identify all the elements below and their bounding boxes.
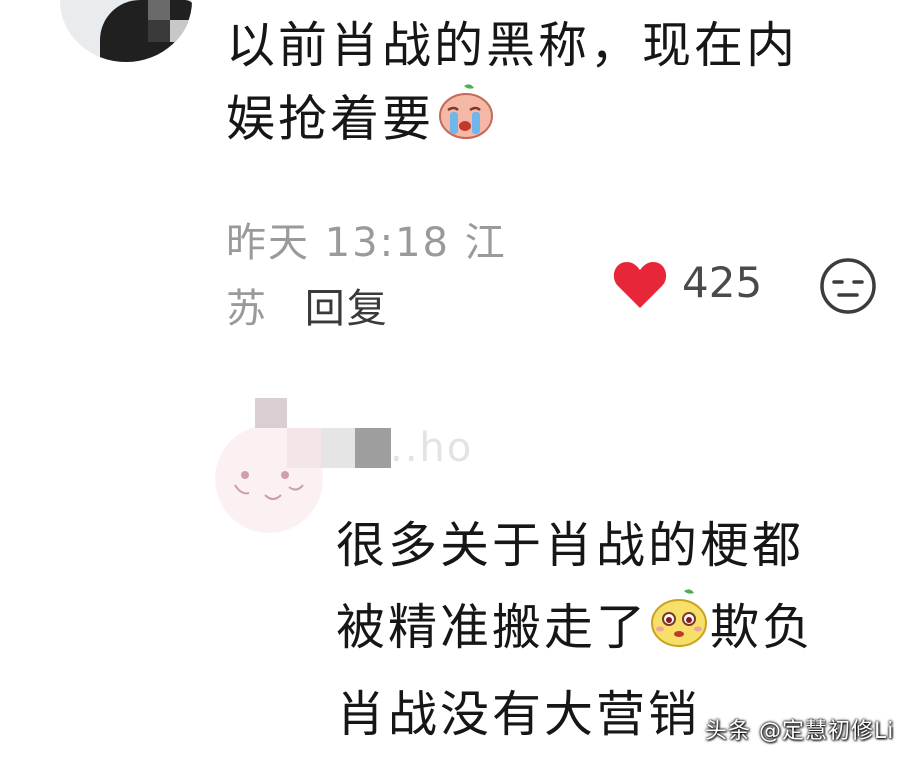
watermark: 头条 @定慧初修Li bbox=[705, 719, 895, 744]
avatar-mosaic bbox=[170, 20, 192, 42]
location-tail: 苏 bbox=[226, 286, 268, 332]
comment-line-text: 被精准搬走了 bbox=[336, 599, 649, 656]
crying-peach-icon bbox=[434, 82, 498, 162]
username-mosaic bbox=[321, 428, 355, 468]
dislike-button[interactable] bbox=[818, 256, 878, 320]
comment-line: 以前肖战的黑称，现在内 bbox=[226, 17, 799, 74]
like-count: 425 bbox=[682, 258, 763, 307]
heart-icon bbox=[613, 262, 667, 308]
username-fragment: ..ho bbox=[390, 425, 474, 471]
comment-line-text: 欺负 bbox=[710, 599, 815, 656]
smug-peach-icon bbox=[648, 587, 710, 674]
comment-line-text: 娱抢着要 bbox=[226, 90, 435, 148]
like-button[interactable] bbox=[612, 258, 668, 314]
reply-button[interactable]: 回复 bbox=[305, 286, 389, 332]
comment-line: 很多关于肖战的梗都 bbox=[336, 517, 805, 574]
comment-meta: 昨天 13:18 江 苏 回复 bbox=[226, 215, 507, 337]
avatar-mosaic bbox=[148, 0, 170, 20]
comment-text: 以前肖战的黑称，现在内 娱抢着要 bbox=[226, 10, 798, 162]
neutral-face-icon bbox=[820, 258, 876, 314]
username-mosaic bbox=[287, 428, 321, 468]
comment-meta-line: 苏 回复 bbox=[226, 281, 507, 337]
comment-line: 娱抢着要 bbox=[226, 82, 798, 162]
comment-line: 被精准搬走了 欺负 bbox=[336, 587, 814, 674]
commenter-avatar[interactable] bbox=[60, 0, 192, 62]
username-mosaic bbox=[255, 398, 287, 428]
username-mosaic bbox=[355, 428, 391, 468]
timestamp-location: 昨天 13:18 江 bbox=[226, 220, 507, 266]
avatar-mosaic bbox=[148, 20, 170, 42]
